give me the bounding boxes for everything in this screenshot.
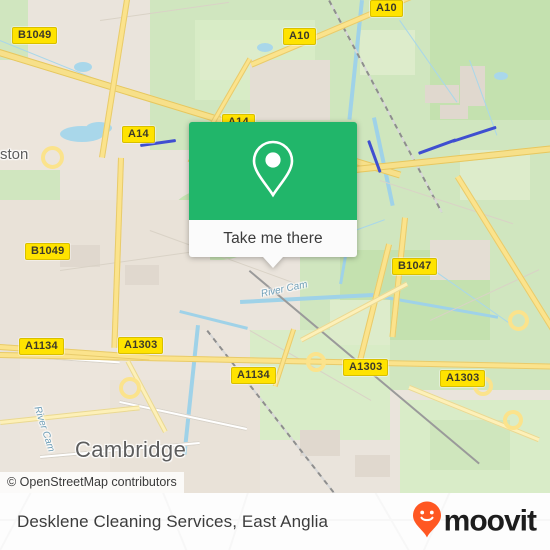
green-area bbox=[240, 330, 390, 440]
building bbox=[355, 455, 390, 477]
road-shield-b1049: B1049 bbox=[12, 27, 58, 44]
road-shield-a1303: A1303 bbox=[343, 359, 389, 376]
building bbox=[425, 85, 459, 103]
popup-tail bbox=[263, 257, 283, 268]
map-screenshot: B1049A10A10A14A14B1049B1047A1134A1303A13… bbox=[0, 0, 550, 550]
road-shield-a1134: A1134 bbox=[19, 338, 64, 355]
popup-header bbox=[189, 122, 357, 220]
pond bbox=[257, 43, 273, 52]
field bbox=[360, 30, 415, 75]
place-popup[interactable]: Take me there bbox=[189, 122, 357, 268]
road-shield-b1049: B1049 bbox=[25, 243, 71, 260]
road-shield-a10: A10 bbox=[283, 28, 316, 45]
moovit-logo[interactable]: moovit bbox=[412, 500, 537, 543]
pond bbox=[74, 62, 92, 72]
moovit-pin-smiley-icon bbox=[412, 500, 442, 543]
roundabout bbox=[508, 310, 529, 331]
road-shield-a14: A14 bbox=[122, 126, 155, 143]
pond bbox=[494, 72, 508, 80]
roundabout bbox=[503, 410, 523, 430]
road-shield-a1303: A1303 bbox=[440, 370, 486, 387]
roundabout bbox=[119, 377, 141, 399]
map-attribution[interactable]: © OpenStreetMap contributors bbox=[0, 472, 184, 493]
popup-footer[interactable]: Take me there bbox=[189, 220, 357, 268]
building bbox=[440, 105, 468, 119]
roundabout bbox=[306, 352, 326, 372]
road-shield-a1134: A1134 bbox=[231, 367, 276, 384]
building bbox=[300, 430, 340, 456]
map-pin-icon bbox=[250, 139, 296, 204]
place-label: Cambridge bbox=[75, 437, 187, 462]
footer-bar: Desklene Cleaning Services, East Anglia … bbox=[0, 493, 550, 550]
road-shield-b1047: B1047 bbox=[392, 258, 438, 275]
building bbox=[125, 265, 159, 285]
page-title: Desklene Cleaning Services, East Anglia bbox=[17, 511, 329, 531]
moovit-wordmark: moovit bbox=[443, 504, 537, 538]
green-area bbox=[430, 420, 510, 470]
place-label: ston bbox=[0, 146, 29, 163]
road-shield-a10: A10 bbox=[370, 0, 403, 17]
road-shield-a1303: A1303 bbox=[118, 337, 164, 354]
roundabout bbox=[41, 146, 64, 169]
take-me-there-label: Take me there bbox=[223, 229, 323, 247]
built-area bbox=[250, 60, 330, 120]
